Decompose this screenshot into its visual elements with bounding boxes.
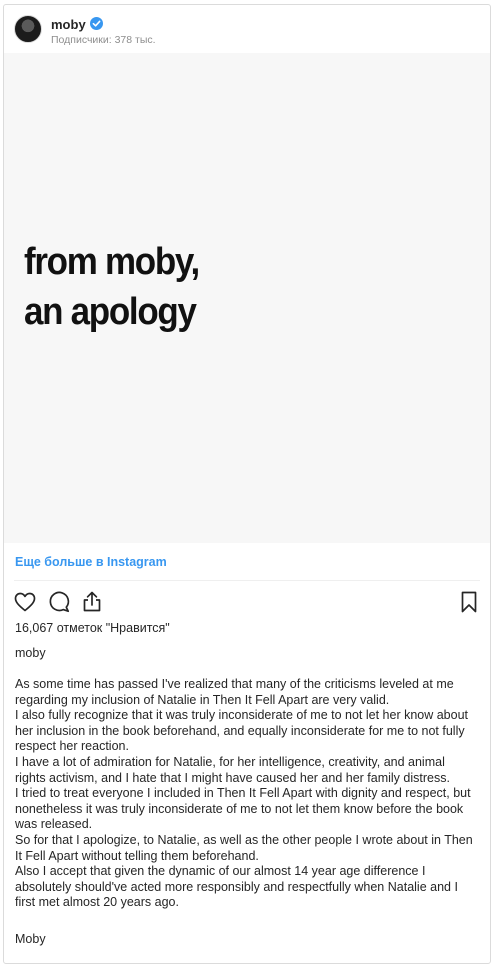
instagram-embed-card: moby Подписчики: 378 тыс. from moby, an … — [3, 4, 491, 964]
caption-line: It Fell Apart without telling them befor… — [15, 848, 259, 863]
bookmark-icon[interactable] — [456, 589, 482, 615]
image-headline-line-1: from moby, — [24, 241, 200, 283]
caption-line: was released. — [15, 817, 93, 832]
caption-line: first met almost 20 years ago. — [15, 895, 179, 910]
avatar[interactable] — [14, 15, 42, 43]
caption-line: absolutely should've acted more responsi… — [15, 879, 458, 894]
caption-line: Also I accept that given the dynamic of … — [15, 864, 426, 879]
followers-count: Подписчики: 378 тыс. — [51, 34, 156, 46]
caption-line: her inclusion in the book beforehand, an… — [15, 723, 465, 738]
action-bar — [4, 589, 490, 619]
post-header: moby Подписчики: 378 тыс. — [4, 5, 490, 53]
image-headline-line-2: an apology — [24, 291, 197, 333]
verified-badge-icon — [90, 17, 103, 30]
caption-line: I have a lot of admiration for Natalie, … — [15, 754, 445, 769]
caption-line: So for that I apologize, to Natalie, as … — [15, 832, 473, 847]
caption-signoff: Moby — [15, 932, 46, 946]
caption-author[interactable]: moby — [15, 646, 46, 660]
comment-icon[interactable] — [46, 589, 72, 615]
caption-line: respect her reaction. — [15, 739, 129, 754]
caption-line: nonetheless it was truly inconsiderate o… — [15, 801, 464, 816]
caption-line: I also fully recognize that it was truly… — [15, 708, 469, 723]
divider — [14, 580, 480, 581]
likes-count[interactable]: 16,067 отметок "Нравится" — [15, 621, 170, 635]
post-image[interactable]: from moby, an apology — [4, 53, 490, 543]
caption-line: I tried to treat everyone I included in … — [15, 786, 471, 801]
heart-icon[interactable] — [12, 589, 38, 615]
caption-line: rights activism, and I hate that I might… — [15, 770, 450, 785]
caption-line: As some time has passed I've realized th… — [15, 677, 454, 691]
share-icon[interactable] — [79, 589, 105, 615]
username-link[interactable]: moby — [51, 17, 86, 32]
caption-line: regarding my inclusion of Natalie in The… — [15, 692, 390, 707]
caption-text: As some time has passed I've realized th… — [15, 677, 483, 911]
image-headline: from moby, an apology — [24, 237, 200, 337]
view-more-on-instagram-link[interactable]: Еще больше в Instagram — [15, 555, 167, 569]
